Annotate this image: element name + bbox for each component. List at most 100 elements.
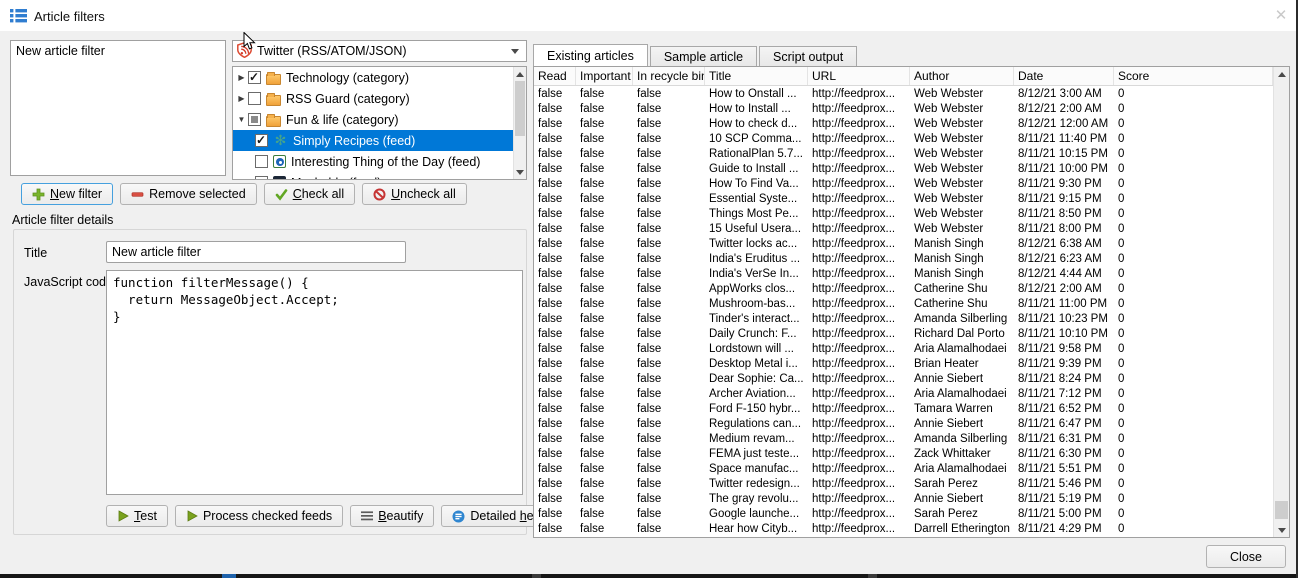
table-row[interactable]: falsefalsefalseArcher Aviation...http://…	[534, 387, 1273, 402]
table-cell: 0	[1114, 477, 1273, 492]
table-cell: 8/12/21 6:38 AM	[1014, 237, 1114, 252]
javascript-code-editor[interactable]: function filterMessage() { return Messag…	[106, 270, 523, 495]
tree-item-feed[interactable]: Simply Recipes (feed)	[233, 130, 513, 151]
table-row[interactable]: falsefalsefalseDaily Crunch: F...http://…	[534, 327, 1273, 342]
table-row[interactable]: falsefalsefalseThe gray revolu...http://…	[534, 492, 1273, 507]
feeds-tree[interactable]: ▶Technology (category)▶RSS Guard (catego…	[232, 66, 527, 180]
table-cell: Web Webster	[910, 192, 1014, 207]
column-header-score[interactable]: Score	[1114, 67, 1273, 85]
table-row[interactable]: falsefalsefalseHear how Cityb...http://f…	[534, 522, 1273, 537]
table-cell: false	[633, 522, 705, 537]
table-row[interactable]: falsefalsefalse15 Useful Usera...http://…	[534, 222, 1273, 237]
remove-selected-label: Remove selected	[149, 187, 246, 201]
column-header-date[interactable]: Date	[1014, 67, 1114, 85]
table-row[interactable]: falsefalsefalseFord F-150 hybr...http://…	[534, 402, 1273, 417]
table-row[interactable]: falsefalsefalseGoogle launche...http://f…	[534, 507, 1273, 522]
table-cell: 0	[1114, 357, 1273, 372]
table-row[interactable]: falsefalsefalseRegulations can...http://…	[534, 417, 1273, 432]
table-cell: false	[576, 147, 633, 162]
articles-scrollbar[interactable]	[1273, 67, 1289, 537]
tree-item-feed[interactable]: Interesting Thing of the Day (feed)	[233, 151, 513, 172]
table-row[interactable]: falsefalsefalseIndia's VerSe In...http:/…	[534, 267, 1273, 282]
simply-recipes-feed-icon	[273, 134, 288, 148]
table-row[interactable]: falsefalsefalseHow To Find Va...http://f…	[534, 177, 1273, 192]
tree-item-category[interactable]: ▼Fun & life (category)	[233, 109, 513, 130]
close-icon[interactable]: ✕	[1270, 5, 1292, 27]
table-row[interactable]: falsefalsefalseGuide to Install ...http:…	[534, 162, 1273, 177]
checkbox[interactable]	[248, 113, 261, 126]
checkbox[interactable]	[255, 155, 268, 168]
table-cell: false	[534, 342, 576, 357]
checkbox[interactable]	[248, 92, 261, 105]
new-filter-button[interactable]: New filter	[21, 183, 113, 205]
test-button[interactable]: Test	[106, 505, 168, 527]
expand-arrow-icon[interactable]: ▶	[235, 73, 248, 82]
column-header-in-recycle-bin[interactable]: In recycle bin	[633, 67, 705, 85]
table-row[interactable]: falsefalsefalseFEMA just teste...http://…	[534, 447, 1273, 462]
table-cell: Web Webster	[910, 87, 1014, 102]
table-cell: 0	[1114, 192, 1273, 207]
tab-existing-articles[interactable]: Existing articles	[533, 44, 648, 66]
table-row[interactable]: falsefalsefalseHow to check d...http://f…	[534, 117, 1273, 132]
table-cell: false	[576, 222, 633, 237]
table-cell: false	[534, 147, 576, 162]
filter-list-item[interactable]: New article filter	[11, 41, 225, 60]
table-cell: false	[633, 447, 705, 462]
scroll-up-icon[interactable]	[514, 67, 526, 81]
tree-item-label: Interesting Thing of the Day (feed)	[291, 155, 480, 169]
table-row[interactable]: falsefalsefalseIndia's Eruditus ...http:…	[534, 252, 1273, 267]
tree-item-category[interactable]: ▶RSS Guard (category)	[233, 88, 513, 109]
uncheck-all-button[interactable]: Uncheck all	[362, 183, 467, 205]
table-row[interactable]: falsefalsefalseLordstown will ...http://…	[534, 342, 1273, 357]
tree-item-feed[interactable]: Mashable (feed)	[233, 172, 513, 180]
tree-scrollbar[interactable]	[513, 67, 526, 179]
table-row[interactable]: falsefalsefalseMushroom-bas...http://fee…	[534, 297, 1273, 312]
table-cell: 8/11/21 9:30 PM	[1014, 177, 1114, 192]
table-cell: false	[534, 327, 576, 342]
checkbox[interactable]	[248, 71, 261, 84]
table-row[interactable]: falsefalsefalseDear Sophie: Ca...http://…	[534, 372, 1273, 387]
table-row[interactable]: falsefalsefalseSpace manufac...http://fe…	[534, 462, 1273, 477]
interesting-thing-feed-icon	[273, 155, 286, 168]
close-button[interactable]: Close	[1206, 545, 1286, 568]
beautify-button[interactable]: Beautify	[350, 505, 434, 527]
scroll-down-icon[interactable]	[514, 165, 526, 179]
table-cell: 8/12/21 4:44 AM	[1014, 267, 1114, 282]
column-header-url[interactable]: URL	[808, 67, 910, 85]
column-header-title[interactable]: Title	[705, 67, 808, 85]
table-row[interactable]: falsefalsefalse10 SCP Comma...http://fee…	[534, 132, 1273, 147]
table-row[interactable]: falsefalsefalseTwitter redesign...http:/…	[534, 477, 1273, 492]
table-row[interactable]: falsefalsefalseRationalPlan 5.7...http:/…	[534, 147, 1273, 162]
remove-selected-button[interactable]: Remove selected	[120, 183, 257, 205]
table-row[interactable]: falsefalsefalseDesktop Metal i...http://…	[534, 357, 1273, 372]
tab-sample-article[interactable]: Sample article	[650, 46, 757, 66]
article-filters-list[interactable]: New article filter	[10, 40, 226, 176]
table-row[interactable]: falsefalsefalseEssential Syste...http://…	[534, 192, 1273, 207]
expand-arrow-icon[interactable]: ▶	[235, 94, 248, 103]
process-checked-feeds-button[interactable]: Process checked feeds	[175, 505, 343, 527]
table-row[interactable]: falsefalsefalseAppWorks clos...http://fe…	[534, 282, 1273, 297]
tab-script-output[interactable]: Script output	[759, 46, 857, 66]
title-input[interactable]	[106, 241, 406, 263]
table-row[interactable]: falsefalsefalseTinder's interact...http:…	[534, 312, 1273, 327]
table-row[interactable]: falsefalsefalseMedium revam...http://fee…	[534, 432, 1273, 447]
collapse-arrow-icon[interactable]: ▼	[235, 115, 248, 124]
scrollbar-thumb[interactable]	[515, 81, 525, 136]
table-cell: 0	[1114, 282, 1273, 297]
scrollbar-thumb[interactable]	[1275, 501, 1288, 519]
table-row[interactable]: falsefalsefalseTwitter locks ac...http:/…	[534, 237, 1273, 252]
scroll-down-icon[interactable]	[1274, 523, 1289, 537]
column-header-author[interactable]: Author	[910, 67, 1014, 85]
column-header-read[interactable]: Read	[534, 67, 576, 85]
checkbox[interactable]	[255, 176, 268, 180]
filter-list-icon	[10, 7, 27, 27]
scroll-up-icon[interactable]	[1274, 67, 1289, 81]
check-all-button[interactable]: Check all	[264, 183, 355, 205]
checkbox[interactable]	[255, 134, 268, 147]
table-row[interactable]: falsefalsefalseHow to Install ...http://…	[534, 102, 1273, 117]
column-header-important[interactable]: Important	[576, 67, 633, 85]
table-row[interactable]: falsefalsefalseThings Most Pe...http://f…	[534, 207, 1273, 222]
table-row[interactable]: falsefalsefalseHow to Onstall ...http://…	[534, 87, 1273, 102]
account-dropdown[interactable]: Twitter (RSS/ATOM/JSON)	[232, 40, 527, 62]
tree-item-category[interactable]: ▶Technology (category)	[233, 67, 513, 88]
